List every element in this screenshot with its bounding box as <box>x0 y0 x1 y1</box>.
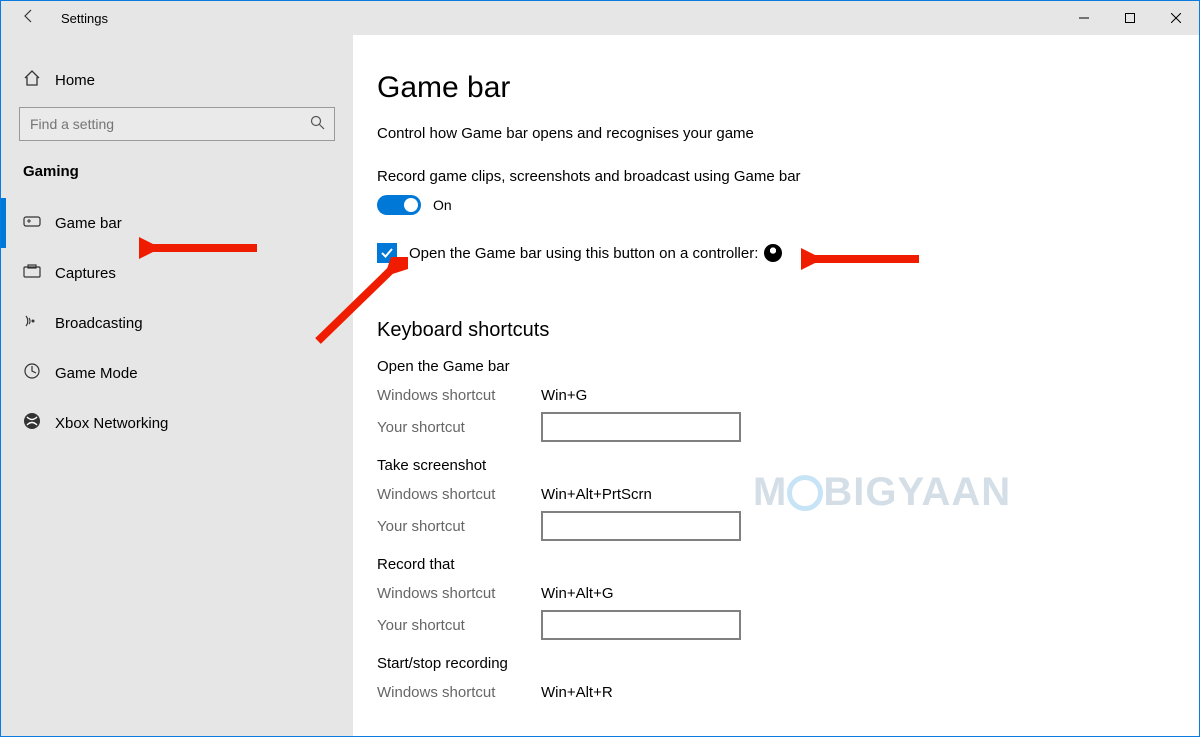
sidebar-item-xbox-networking[interactable]: Xbox Networking <box>1 398 353 448</box>
back-button[interactable] <box>9 8 49 28</box>
shortcuts-header: Keyboard shortcuts <box>377 319 1159 342</box>
close-button[interactable] <box>1153 1 1199 35</box>
shortcut-name: Take screenshot <box>377 457 1159 474</box>
captures-icon <box>23 264 55 282</box>
search-icon <box>310 115 325 133</box>
sidebar-item-label: Broadcasting <box>55 315 143 332</box>
your-shortcut-input[interactable] <box>541 412 741 442</box>
sidebar-item-label: Xbox Networking <box>55 415 168 432</box>
toggle-row: On <box>377 195 1159 215</box>
windows-shortcut-value: Win+Alt+G <box>541 585 614 602</box>
your-shortcut-label: Your shortcut <box>377 518 541 535</box>
shortcut-name: Record that <box>377 556 1159 573</box>
xbox-guide-icon <box>764 244 782 262</box>
windows-shortcut-value: Win+G <box>541 387 587 404</box>
annotation-arrow <box>801 247 921 271</box>
your-shortcut-label: Your shortcut <box>377 617 541 634</box>
sidebar-item-label: Captures <box>55 265 116 282</box>
windows-shortcut-label: Windows shortcut <box>377 387 541 404</box>
search-input[interactable] <box>19 107 335 141</box>
broadcasting-icon <box>23 313 55 333</box>
content: Game bar Control how Game bar opens and … <box>353 35 1199 736</box>
toggle-state: On <box>433 197 452 213</box>
minimize-button[interactable] <box>1061 1 1107 35</box>
shortcut-group: Start/stop recording Windows shortcutWin+… <box>377 655 1159 708</box>
sidebar-item-game-mode[interactable]: Game Mode <box>1 348 353 398</box>
search-box[interactable] <box>19 107 335 141</box>
shortcut-name: Start/stop recording <box>377 655 1159 672</box>
maximize-button[interactable] <box>1107 1 1153 35</box>
game-mode-icon <box>23 362 55 384</box>
annotation-arrow <box>298 257 408 347</box>
windows-shortcut-label: Windows shortcut <box>377 684 541 701</box>
controller-checkbox-row: Open the Game bar using this button on a… <box>377 243 1159 263</box>
sidebar-category: Gaming <box>1 159 353 198</box>
annotation-arrow <box>139 236 259 260</box>
shortcuts-list: Open the Game barWindows shortcutWin+GYo… <box>377 358 1159 708</box>
home-icon <box>23 69 55 91</box>
page-title: Game bar <box>377 71 1159 105</box>
shortcut-group: Take screenshot Windows shortcutWin+Alt+P… <box>377 457 1159 542</box>
titlebar: Settings <box>1 1 1199 35</box>
page-subtitle: Control how Game bar opens and recognise… <box>377 125 1159 142</box>
controller-checkbox-label: Open the Game bar using this button on a… <box>409 245 758 262</box>
sidebar-item-label: Game bar <box>55 215 122 232</box>
sidebar: Home Gaming Game bar Captures <box>1 35 353 736</box>
window-controls <box>1061 1 1199 35</box>
windows-shortcut-value: Win+Alt+PrtScrn <box>541 486 652 503</box>
your-shortcut-input[interactable] <box>541 610 741 640</box>
xbox-icon <box>23 412 55 434</box>
sidebar-home-label: Home <box>55 72 95 89</box>
windows-shortcut-label: Windows shortcut <box>377 486 541 503</box>
shortcut-name: Open the Game bar <box>377 358 1159 375</box>
game-bar-icon <box>23 214 55 232</box>
shortcut-group: Open the Game bar Windows shortcutWin+GYo… <box>377 358 1159 443</box>
sidebar-home[interactable]: Home <box>1 57 353 103</box>
windows-shortcut-value: Win+Alt+R <box>541 684 613 701</box>
sidebar-item-label: Game Mode <box>55 365 138 382</box>
windows-shortcut-label: Windows shortcut <box>377 585 541 602</box>
record-setting-label: Record game clips, screenshots and broad… <box>377 168 1159 185</box>
window-title: Settings <box>49 11 108 26</box>
shortcut-group: Record that Windows shortcutWin+Alt+GYour… <box>377 556 1159 641</box>
record-toggle[interactable] <box>377 195 421 215</box>
your-shortcut-label: Your shortcut <box>377 419 541 436</box>
your-shortcut-input[interactable] <box>541 511 741 541</box>
